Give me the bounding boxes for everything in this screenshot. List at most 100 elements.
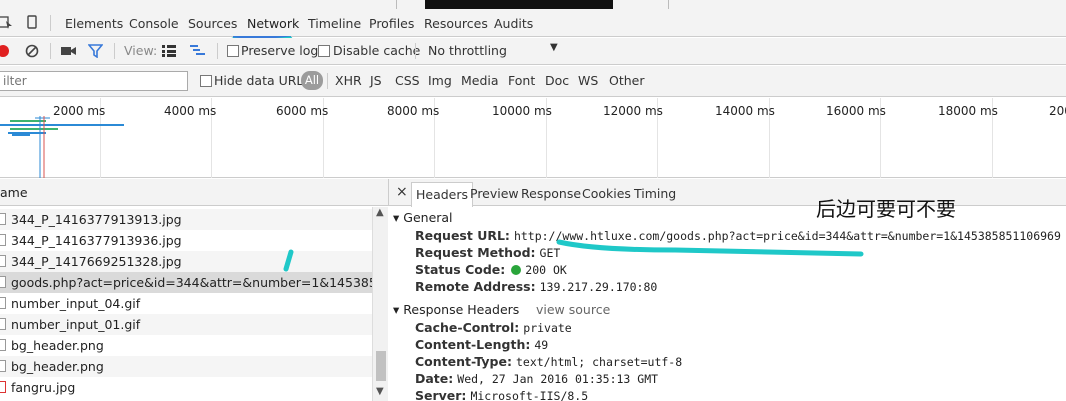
- request-name: 344_P_1416377913913.jpg: [11, 212, 182, 227]
- request-name: bg_header.png: [11, 338, 104, 353]
- filter-icon[interactable]: [88, 44, 103, 58]
- filter-all-button[interactable]: All: [301, 71, 323, 90]
- tab-console[interactable]: Console: [129, 16, 179, 31]
- file-icon: [0, 234, 6, 246]
- remote-address-row: Remote Address: 139.217.29.170:80: [415, 279, 657, 294]
- disable-cache-label: Disable cache: [333, 43, 421, 58]
- filter-img[interactable]: Img: [428, 73, 452, 88]
- header-row: Cache-Control: private: [415, 320, 572, 335]
- list-item[interactable]: fangru.jpg: [0, 377, 372, 398]
- chevron-down-icon[interactable]: ▼: [550, 42, 558, 53]
- filter-media[interactable]: Media: [461, 73, 499, 88]
- tab-audits[interactable]: Audits: [494, 16, 533, 31]
- header-value: private: [523, 321, 572, 335]
- scroll-up-icon[interactable]: ▲: [376, 207, 384, 218]
- annotation-stroke: [283, 249, 294, 272]
- throttling-select[interactable]: No throttling: [428, 43, 507, 58]
- scroll-down-icon[interactable]: ▼: [376, 386, 384, 397]
- hide-data-urls-label: Hide data URLs: [214, 73, 310, 88]
- response-headers-toggle[interactable]: ▾ Response Headers: [393, 302, 519, 317]
- list-item[interactable]: 344_P_1416377913936.jpg: [0, 230, 372, 251]
- file-icon: [0, 381, 6, 393]
- request-name: 344_P_1416377913936.jpg: [11, 233, 182, 248]
- tab-resources[interactable]: Resources: [424, 16, 488, 31]
- file-icon: [0, 297, 6, 309]
- tab-preview[interactable]: Preview: [470, 186, 519, 201]
- timeline-overview[interactable]: 2000 ms 4000 ms 6000 ms 8000 ms 10000 ms…: [0, 98, 1066, 178]
- timeline-label: 8000 ms: [387, 104, 440, 118]
- header-value: Microsoft-IIS/8.5: [470, 389, 589, 401]
- hide-data-urls-checkbox[interactable]: [200, 75, 212, 87]
- list-item-selected[interactable]: goods.php?act=price&id=344&attr=&number=…: [0, 272, 372, 293]
- header-key: Content-Length:: [415, 337, 531, 352]
- tab-headers[interactable]: Headers: [411, 182, 474, 207]
- file-icon: [0, 213, 6, 225]
- name-header-label: ame: [0, 185, 28, 200]
- request-name: number_input_01.gif: [11, 317, 141, 332]
- status-code-value: 200 OK: [525, 263, 567, 277]
- filter-other[interactable]: Other: [609, 73, 645, 88]
- filter-css[interactable]: CSS: [395, 73, 420, 88]
- remote-address-key: Remote Address:: [415, 279, 536, 294]
- file-icon: [0, 339, 6, 351]
- tab-timing[interactable]: Timing: [634, 186, 676, 201]
- tab-cookies[interactable]: Cookies: [582, 186, 631, 201]
- name-column-header[interactable]: ame: [0, 179, 389, 206]
- header-row: Content-Length: 49: [415, 337, 548, 352]
- disable-cache-checkbox[interactable]: [318, 45, 330, 57]
- annotation-mark: [196, 46, 210, 62]
- status-code-key: Status Code:: [415, 262, 506, 277]
- device-mode-icon[interactable]: [25, 15, 39, 29]
- header-value: text/html; charset=utf-8: [515, 355, 683, 369]
- request-url-key: Request URL:: [415, 228, 510, 243]
- header-key: Server:: [415, 388, 467, 401]
- list-item[interactable]: 344_P_1416377913913.jpg: [0, 209, 372, 230]
- list-item[interactable]: bg_header.png: [0, 335, 372, 356]
- timeline-label: 6000 ms: [276, 104, 329, 118]
- status-code-row: Status Code: 200 OK: [415, 262, 567, 277]
- file-icon: [0, 276, 6, 288]
- filter-xhr[interactable]: XHR: [335, 73, 362, 88]
- header-value: Wed, 27 Jan 2016 01:35:13 GMT: [457, 372, 659, 386]
- general-section-toggle[interactable]: ▾ General: [393, 210, 453, 225]
- filter-doc[interactable]: Doc: [545, 73, 569, 88]
- record-icon[interactable]: [0, 44, 10, 58]
- scroll-thumb[interactable]: [376, 351, 386, 381]
- close-icon[interactable]: ×: [396, 184, 408, 200]
- capture-screenshots-icon[interactable]: [61, 45, 77, 57]
- preserve-log-checkbox[interactable]: [227, 45, 239, 57]
- filter-bar: Hide data URLs All XHR JS CSS Img Media …: [0, 66, 1066, 97]
- filter-input[interactable]: [0, 71, 188, 91]
- request-name: goods.php?act=price&id=344&attr=&number=…: [11, 275, 372, 290]
- preview-image: [425, 0, 613, 9]
- inspect-element-icon[interactable]: [0, 15, 14, 29]
- tab-timeline[interactable]: Timeline: [308, 16, 361, 31]
- filter-js[interactable]: JS: [370, 73, 382, 88]
- timeline-label: 16000 ms: [826, 104, 886, 118]
- tab-sources[interactable]: Sources: [188, 16, 237, 31]
- list-item[interactable]: bg_header.png: [0, 356, 372, 377]
- header-value: 49: [534, 338, 549, 352]
- header-key: Content-Type:: [415, 354, 512, 369]
- annotation-text: 后边可要可不要: [816, 197, 956, 221]
- tab-profiles[interactable]: Profiles: [369, 16, 414, 31]
- tab-network[interactable]: Network: [247, 16, 299, 31]
- clear-icon[interactable]: [25, 44, 39, 58]
- preview-edge: [396, 0, 397, 9]
- file-icon: [0, 255, 6, 267]
- toolbar-separator: [50, 43, 51, 59]
- general-section-title: General: [403, 210, 453, 225]
- view-source-link[interactable]: view source: [536, 302, 610, 317]
- request-name: fangru.jpg: [11, 380, 76, 395]
- tab-response[interactable]: Response: [521, 186, 581, 201]
- timeline-request-bars: [0, 116, 124, 178]
- list-item[interactable]: number_input_04.gif: [0, 293, 372, 314]
- list-item[interactable]: 344_P_1417669251328.jpg: [0, 251, 372, 272]
- tab-elements[interactable]: Elements: [65, 16, 123, 31]
- request-list-scrollbar[interactable]: ▲ ▼: [372, 207, 388, 401]
- list-item[interactable]: number_input_01.gif: [0, 314, 372, 335]
- caret-down-icon: ▾: [393, 302, 400, 317]
- filter-ws[interactable]: WS: [578, 73, 598, 88]
- filter-font[interactable]: Font: [508, 73, 535, 88]
- large-rows-icon[interactable]: [162, 45, 176, 57]
